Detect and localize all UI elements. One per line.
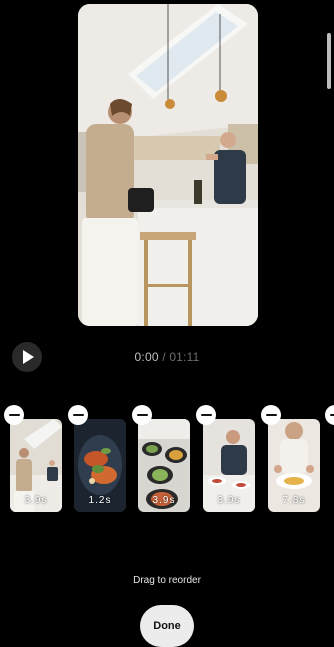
minus-icon — [137, 414, 148, 417]
scrollbar[interactable] — [327, 33, 331, 89]
minus-icon — [266, 414, 277, 417]
minus-icon — [9, 414, 20, 417]
clip-thumbnail[interactable]: 3.9s — [203, 419, 255, 512]
remove-clip-button[interactable] — [4, 405, 24, 425]
minus-icon — [330, 414, 334, 417]
remove-clip-button[interactable] — [325, 405, 334, 425]
clip-duration: 1.2s — [74, 495, 126, 506]
done-button[interactable]: Done — [140, 605, 194, 647]
drag-hint: Drag to reorder — [0, 575, 334, 586]
remove-clip-button[interactable] — [196, 405, 216, 425]
clip-thumbnail[interactable]: 7.8s — [268, 419, 320, 512]
time-separator: / — [159, 350, 170, 364]
clip-thumbnail[interactable]: 3.9s — [138, 419, 190, 512]
clip-duration: 7.8s — [268, 495, 320, 506]
playback-time: 0:00 / 01:11 — [0, 350, 334, 364]
clip-thumbnail[interactable]: 3.9s — [10, 419, 62, 512]
minus-icon — [201, 414, 212, 417]
clip-duration: 3.9s — [203, 495, 255, 506]
clip-duration: 3.9s — [138, 495, 190, 506]
clip-strip: 3.9s 1.2s 3 — [0, 404, 334, 516]
current-time: 0:00 — [135, 350, 159, 364]
total-time: 01:11 — [169, 350, 199, 364]
remove-clip-button[interactable] — [68, 405, 88, 425]
remove-clip-button[interactable] — [132, 405, 152, 425]
minus-icon — [73, 414, 84, 417]
remove-clip-button[interactable] — [261, 405, 281, 425]
clip-thumbnail[interactable]: 1.2s — [74, 419, 126, 512]
preview-frame-image — [78, 4, 258, 326]
video-preview[interactable] — [78, 4, 258, 326]
clip-duration: 3.9s — [10, 495, 62, 506]
